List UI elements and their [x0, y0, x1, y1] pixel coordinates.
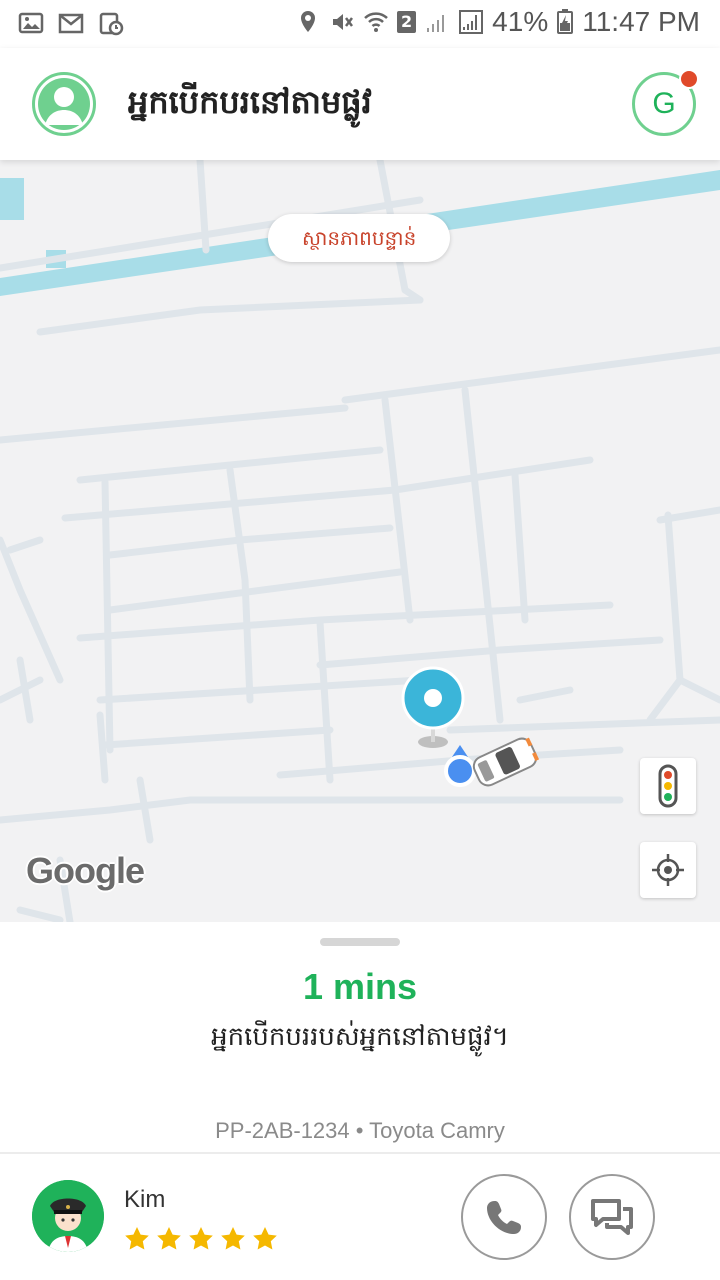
wifi-badge: 2 — [397, 11, 417, 33]
trip-bottom-sheet: 1 mins អ្នកបើកបររបស់អ្នកនៅតាមផ្លូវ។ PP-2… — [0, 922, 720, 1280]
notification-dot — [679, 69, 699, 89]
eta-time: 1 mins — [302, 966, 418, 1007]
eta-message: អ្នកបើកបររបស់អ្នកនៅតាមផ្លូវ។ — [211, 1022, 509, 1052]
star-icon — [125, 1227, 149, 1250]
star-icon — [189, 1227, 213, 1250]
traffic-toggle-button[interactable] — [640, 758, 696, 814]
app-header: អ្នកបើកបរនៅតាមផ្លូវ G — [0, 48, 720, 160]
star-icon — [157, 1227, 181, 1250]
chat-driver-button[interactable] — [569, 1174, 655, 1260]
signal-icon — [427, 15, 445, 32]
clock: 11:47 PM — [582, 6, 700, 37]
vehicle-info: PP-2AB-1234 • Toyota Camry — [215, 1118, 505, 1143]
traffic-light-icon — [658, 764, 678, 808]
driver-rating — [124, 1226, 278, 1252]
my-location-icon — [652, 854, 684, 886]
star-icon — [221, 1227, 245, 1250]
google-attribution: Google — [26, 850, 145, 891]
my-location-button[interactable] — [640, 842, 696, 898]
signal-full-icon — [459, 10, 484, 34]
driver-avatar-icon — [32, 1180, 104, 1252]
traffic-status-pill[interactable]: ស្ថានភាពបន្ទាន់ — [268, 214, 451, 262]
map-roads — [0, 160, 720, 922]
sheet-drag-handle[interactable] — [320, 938, 400, 946]
battery-charging-icon — [557, 9, 574, 34]
map-view[interactable]: ស្ថានភាពបន្ទាន់ Google — [0, 160, 720, 922]
clipboard-clock-icon — [99, 12, 124, 36]
page-title: អ្នកបើកបរនៅតាមផ្លូវ — [128, 83, 372, 121]
driver-name: Kim — [124, 1186, 166, 1213]
divider — [0, 1152, 720, 1154]
battery-percent: 41% — [492, 6, 549, 37]
user-avatar-icon — [38, 78, 90, 130]
profile-button[interactable] — [32, 72, 96, 136]
mute-icon — [333, 14, 354, 30]
gmail-icon — [58, 13, 84, 34]
status-bar: 2 41% 11:47 PM — [0, 0, 720, 48]
driver-avatar — [32, 1180, 104, 1252]
star-icon — [253, 1227, 277, 1250]
image-icon — [18, 12, 44, 34]
phone-icon — [487, 1201, 521, 1234]
rewards-button[interactable]: G — [632, 69, 699, 136]
wifi-icon — [364, 12, 388, 32]
chat-icon — [591, 1199, 633, 1235]
call-driver-button[interactable] — [461, 1174, 547, 1260]
location-icon — [301, 11, 316, 32]
